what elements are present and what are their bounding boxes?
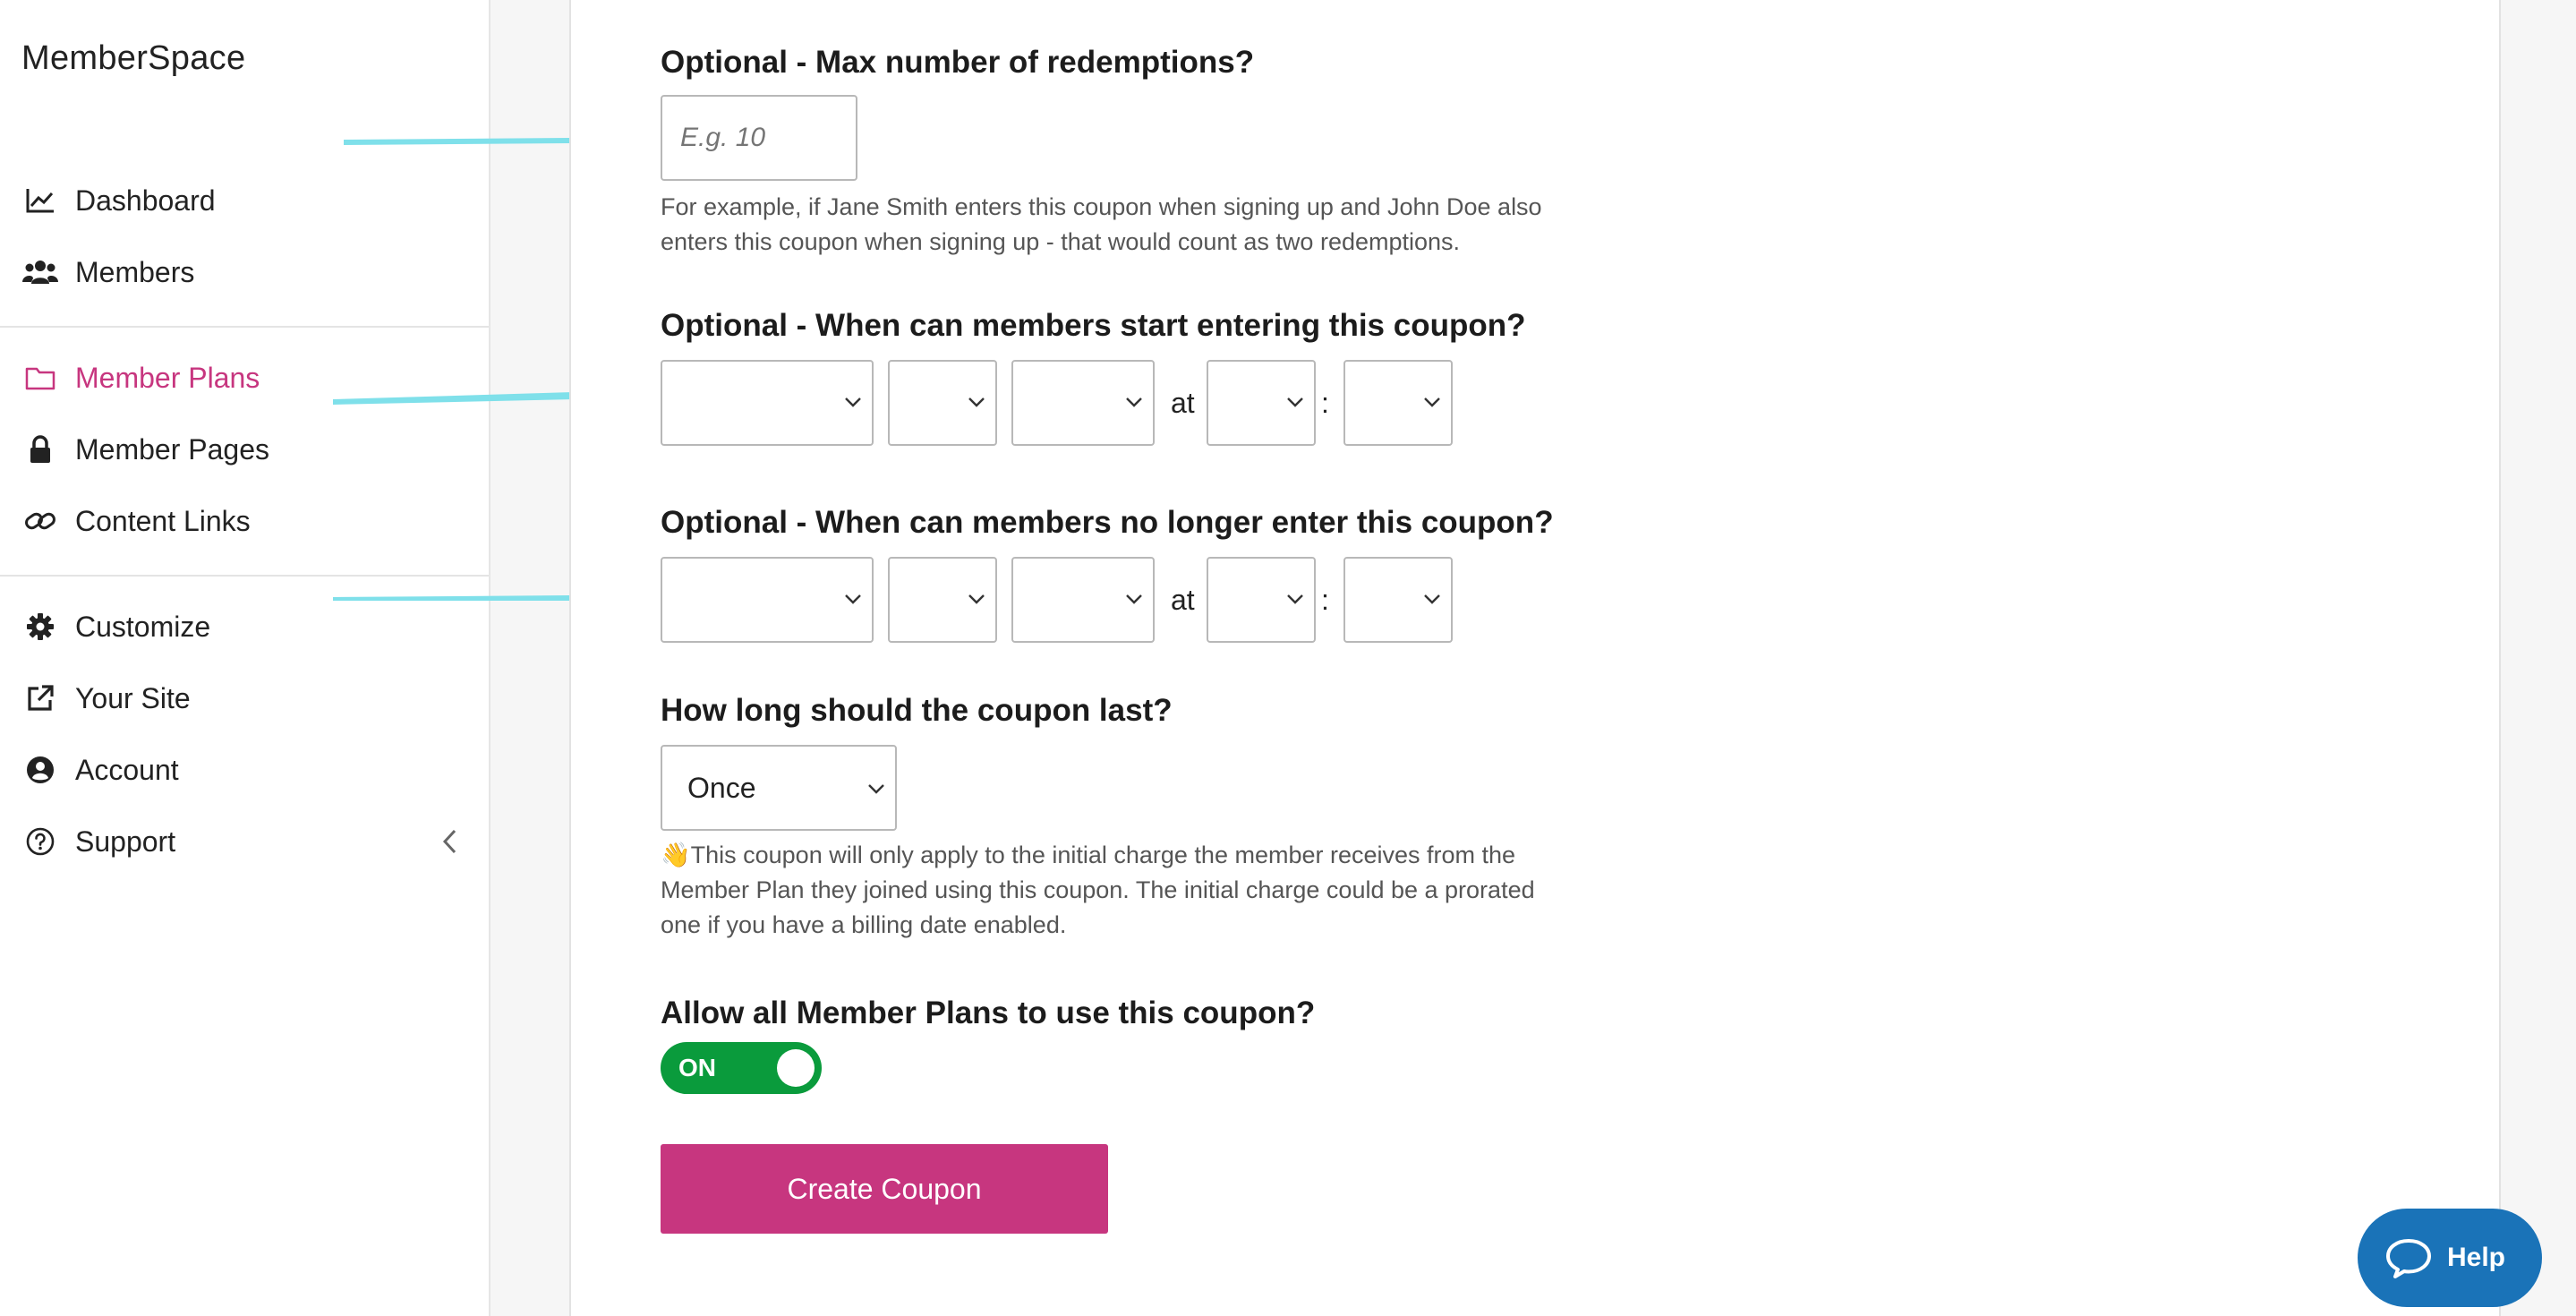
help-button[interactable]: Help <box>2358 1209 2542 1307</box>
end-minute-select[interactable] <box>1343 557 1453 643</box>
users-icon <box>21 253 59 291</box>
chevron-down-icon <box>845 397 861 407</box>
toggle-state-text: ON <box>678 1054 716 1081</box>
app-logo[interactable]: MemberSpace <box>21 36 245 81</box>
at-text: at <box>1171 584 1195 616</box>
sidebar-item-label: Dashboard <box>75 184 216 217</box>
allow-all-plans-label: Allow all Member Plans to use this coupo… <box>661 996 1316 1030</box>
toggle-knob <box>777 1049 815 1087</box>
chevron-down-icon <box>1287 397 1303 407</box>
external-link-icon <box>21 679 59 717</box>
sidebar-item-label: Content Links <box>75 504 251 537</box>
chevron-down-icon <box>968 397 985 407</box>
chevron-down-icon <box>845 594 861 604</box>
sidebar-item-members[interactable]: Members <box>21 250 469 295</box>
time-separator: : <box>1321 584 1329 616</box>
coupon-duration-help: 👋This coupon will only apply to the init… <box>661 842 1535 938</box>
sidebar-item-label: Support <box>75 825 176 858</box>
sidebar-item-label: Customize <box>75 610 211 643</box>
question-circle-icon <box>21 823 59 860</box>
coupon-duration-value: Once <box>687 771 756 804</box>
sidebar-item-member-pages[interactable]: Member Pages <box>21 427 469 472</box>
end-year-select[interactable] <box>1011 557 1155 643</box>
chart-line-icon <box>21 182 59 219</box>
sidebar-item-label: Members <box>75 255 195 288</box>
start-hour-select[interactable] <box>1207 360 1316 446</box>
logo-text: MemberSpace <box>21 38 246 77</box>
sidebar-item-label: Member Plans <box>75 361 260 394</box>
sidebar-divider <box>0 326 489 328</box>
link-icon <box>21 502 59 540</box>
chevron-down-icon <box>1287 594 1303 604</box>
max-redemptions-input[interactable] <box>661 95 857 181</box>
max-redemptions-label: Optional - Max number of redemptions? <box>661 45 1255 80</box>
help-button-label: Help <box>2447 1243 2506 1272</box>
sidebar-item-support[interactable]: Support <box>21 819 469 864</box>
user-circle-icon <box>21 751 59 789</box>
chevron-down-icon <box>1126 397 1142 407</box>
sidebar-item-label: Account <box>75 753 179 786</box>
start-date-label: Optional - When can members start enteri… <box>661 308 1526 343</box>
coupon-duration-select[interactable]: Once <box>661 745 897 831</box>
collapse-sidebar-chevron-icon[interactable] <box>437 825 464 858</box>
create-coupon-button[interactable]: Create Coupon <box>661 1144 1108 1234</box>
chevron-down-icon <box>1126 594 1142 604</box>
chevron-down-icon <box>868 784 884 794</box>
end-day-select[interactable] <box>888 557 997 643</box>
sidebar-item-your-site[interactable]: Your Site <box>21 676 469 721</box>
start-day-select[interactable] <box>888 360 997 446</box>
end-month-select[interactable] <box>661 557 874 643</box>
chevron-down-icon <box>1424 594 1440 604</box>
folder-icon <box>21 359 59 397</box>
start-year-select[interactable] <box>1011 360 1155 446</box>
sidebar-item-label: Your Site <box>75 681 191 714</box>
sidebar: MemberSpace Dashboard Members Member Pla… <box>0 0 490 1316</box>
start-minute-select[interactable] <box>1343 360 1453 446</box>
coupon-duration-label: How long should the coupon last? <box>661 693 1173 728</box>
chat-bubble-icon <box>2386 1239 2431 1278</box>
lock-icon <box>21 431 59 468</box>
chevron-down-icon <box>1424 397 1440 407</box>
sidebar-item-label: Member Pages <box>75 432 269 466</box>
time-separator: : <box>1321 387 1329 419</box>
gear-icon <box>21 608 59 645</box>
coupon-form: Optional - Max number of redemptions? Fo… <box>569 0 2501 1316</box>
max-redemptions-help: For example, if Jane Smith enters this c… <box>661 193 1542 255</box>
at-text: at <box>1171 387 1195 419</box>
end-date-label: Optional - When can members no longer en… <box>661 505 1554 540</box>
sidebar-item-account[interactable]: Account <box>21 748 469 792</box>
sidebar-item-dashboard[interactable]: Dashboard <box>21 178 469 223</box>
end-hour-select[interactable] <box>1207 557 1316 643</box>
start-month-select[interactable] <box>661 360 874 446</box>
sidebar-item-content-links[interactable]: Content Links <box>21 499 469 543</box>
allow-all-plans-toggle[interactable]: ON <box>661 1042 822 1094</box>
chevron-down-icon <box>968 594 985 604</box>
